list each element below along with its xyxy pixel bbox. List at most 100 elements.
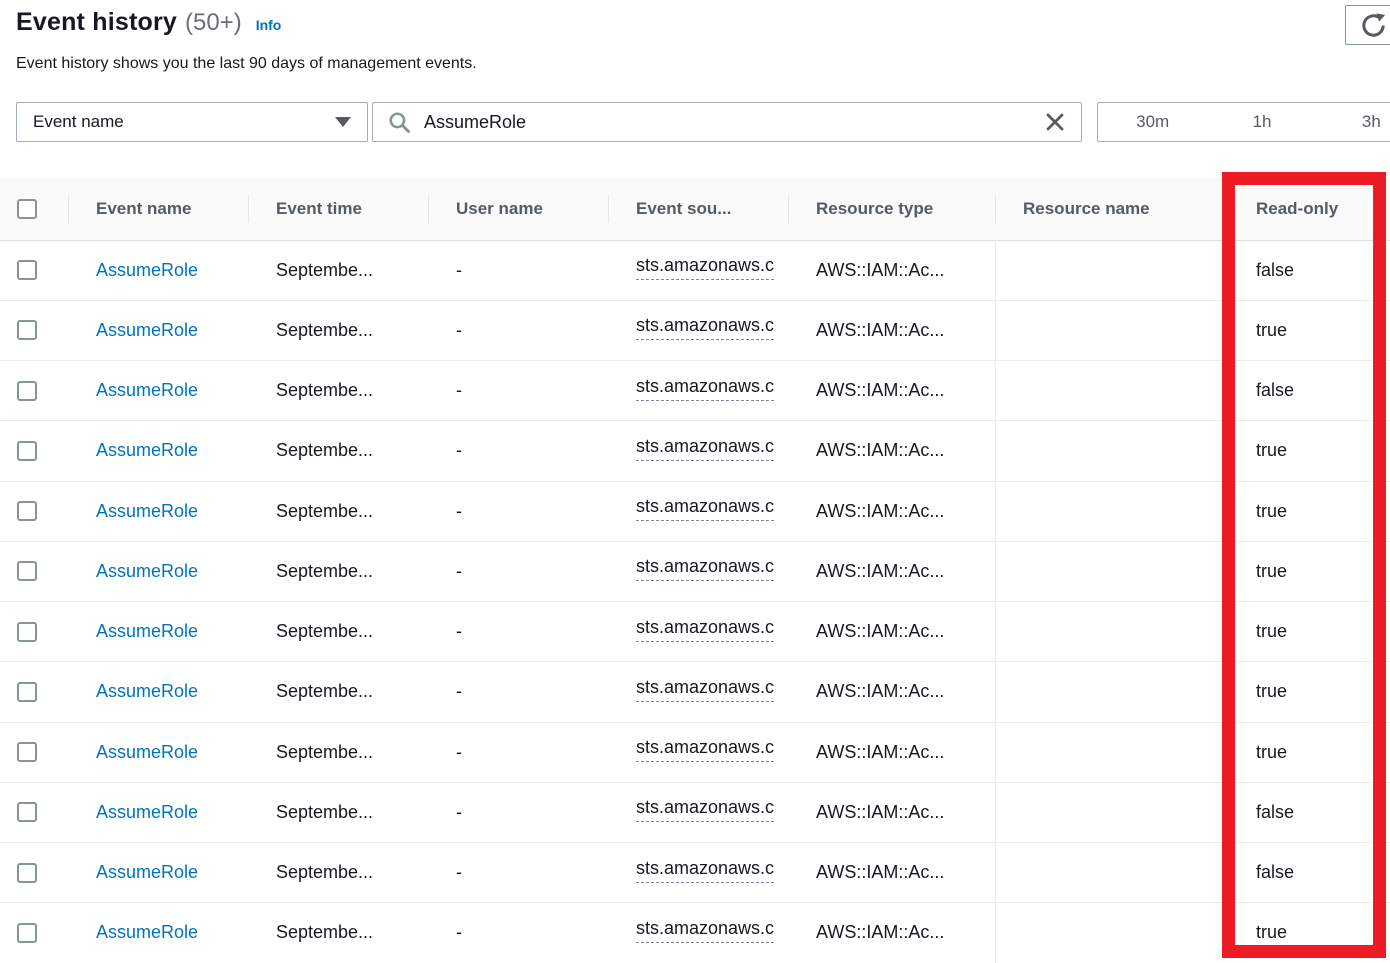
event-name-link[interactable]: AssumeRole [96, 440, 198, 460]
cell-event-time: Septembe... [248, 602, 428, 662]
column-header-resource-type[interactable]: Resource type [788, 178, 995, 240]
cell-event-name: AssumeRole [68, 300, 248, 360]
event-name-link[interactable]: AssumeRole [96, 260, 198, 280]
cell-event-name: AssumeRole [68, 361, 248, 421]
table-row: AssumeRoleSeptembe...-sts.amazonaws.cAWS… [0, 361, 1390, 421]
row-checkbox-cell [0, 421, 68, 481]
row-checkbox[interactable] [17, 381, 37, 401]
time-range-30m[interactable]: 30m [1098, 103, 1207, 141]
column-header-read-only[interactable]: Read-only [1228, 178, 1390, 240]
info-link[interactable]: Info [256, 17, 282, 33]
row-checkbox[interactable] [17, 802, 37, 822]
event-source-tooltip-text[interactable]: sts.amazonaws.c [636, 617, 774, 642]
event-source-tooltip-text[interactable]: sts.amazonaws.c [636, 376, 774, 401]
event-name-link[interactable]: AssumeRole [96, 621, 198, 641]
column-header-event-name[interactable]: Event name [68, 178, 248, 240]
select-all-checkbox[interactable] [17, 199, 37, 219]
cell-event-source: sts.amazonaws.c [608, 240, 788, 300]
cell-resource-type: AWS::IAM::Ac... [788, 722, 995, 782]
row-checkbox[interactable] [17, 441, 37, 461]
column-header-event-time[interactable]: Event time [248, 178, 428, 240]
row-checkbox-cell [0, 602, 68, 662]
event-source-tooltip-text[interactable]: sts.amazonaws.c [636, 496, 774, 521]
cell-resource-name [995, 240, 1228, 300]
cell-event-time: Septembe... [248, 361, 428, 421]
event-source-tooltip-text[interactable]: sts.amazonaws.c [636, 858, 774, 883]
refresh-icon [1360, 12, 1387, 39]
event-name-link[interactable]: AssumeRole [96, 802, 198, 822]
event-source-tooltip-text[interactable]: sts.amazonaws.c [636, 918, 774, 943]
chevron-down-icon [335, 117, 351, 127]
row-checkbox[interactable] [17, 561, 37, 581]
row-checkbox[interactable] [17, 260, 37, 280]
event-source-tooltip-text[interactable]: sts.amazonaws.c [636, 315, 774, 340]
cell-resource-name [995, 421, 1228, 481]
row-checkbox[interactable] [17, 682, 37, 702]
cell-user-name: - [428, 602, 608, 662]
table-row: AssumeRoleSeptembe...-sts.amazonaws.cAWS… [0, 481, 1390, 541]
row-checkbox[interactable] [17, 923, 37, 943]
table-header-row: Event name Event time User name Event so… [0, 178, 1390, 240]
search-box[interactable] [372, 102, 1082, 142]
event-name-link[interactable]: AssumeRole [96, 380, 198, 400]
table-row: AssumeRoleSeptembe...-sts.amazonaws.cAWS… [0, 843, 1390, 903]
cell-event-name: AssumeRole [68, 782, 248, 842]
event-source-tooltip-text[interactable]: sts.amazonaws.c [636, 677, 774, 702]
cell-read-only: true [1228, 300, 1390, 360]
attribute-filter-value: Event name [33, 112, 124, 132]
attribute-filter-select[interactable]: Event name [16, 102, 368, 142]
column-header-resource-name[interactable]: Resource name [995, 178, 1228, 240]
event-name-link[interactable]: AssumeRole [96, 501, 198, 521]
cell-event-source: sts.amazonaws.c [608, 843, 788, 903]
cell-user-name: - [428, 421, 608, 481]
cell-resource-name [995, 903, 1228, 963]
row-checkbox[interactable] [17, 501, 37, 521]
cell-user-name: - [428, 903, 608, 963]
row-checkbox[interactable] [17, 863, 37, 883]
event-history-page: Event history (50+) Info Event history s… [0, 0, 1390, 963]
close-icon[interactable] [1043, 110, 1067, 134]
cell-event-name: AssumeRole [68, 541, 248, 601]
cell-event-time: Septembe... [248, 903, 428, 963]
event-name-link[interactable]: AssumeRole [96, 922, 198, 942]
event-source-tooltip-text[interactable]: sts.amazonaws.c [636, 436, 774, 461]
time-range-1h[interactable]: 1h [1207, 103, 1316, 141]
event-name-link[interactable]: AssumeRole [96, 561, 198, 581]
cell-user-name: - [428, 361, 608, 421]
event-history-table: Event name Event time User name Event so… [0, 178, 1390, 963]
cell-event-source: sts.amazonaws.c [608, 602, 788, 662]
event-name-link[interactable]: AssumeRole [96, 742, 198, 762]
search-input[interactable] [424, 112, 1043, 133]
column-header-user-name[interactable]: User name [428, 178, 608, 240]
cell-read-only: true [1228, 541, 1390, 601]
cell-user-name: - [428, 240, 608, 300]
cell-user-name: - [428, 722, 608, 782]
cell-resource-type: AWS::IAM::Ac... [788, 662, 995, 722]
row-checkbox[interactable] [17, 742, 37, 762]
column-header-event-source[interactable]: Event sou... [608, 178, 788, 240]
cell-event-source: sts.amazonaws.c [608, 361, 788, 421]
row-checkbox[interactable] [17, 622, 37, 642]
event-source-tooltip-text[interactable]: sts.amazonaws.c [636, 556, 774, 581]
refresh-button[interactable] [1345, 5, 1390, 45]
event-source-tooltip-text[interactable]: sts.amazonaws.c [636, 255, 774, 280]
cell-event-time: Septembe... [248, 662, 428, 722]
cell-event-source: sts.amazonaws.c [608, 662, 788, 722]
row-checkbox-cell [0, 782, 68, 842]
row-checkbox[interactable] [17, 320, 37, 340]
cell-resource-type: AWS::IAM::Ac... [788, 843, 995, 903]
event-source-tooltip-text[interactable]: sts.amazonaws.c [636, 797, 774, 822]
time-range-3h[interactable]: 3h [1317, 103, 1390, 141]
row-checkbox-cell [0, 240, 68, 300]
time-range-segments: 30m 1h 3h [1097, 102, 1390, 142]
event-name-link[interactable]: AssumeRole [96, 320, 198, 340]
cell-event-time: Septembe... [248, 421, 428, 481]
row-checkbox-cell [0, 481, 68, 541]
event-source-tooltip-text[interactable]: sts.amazonaws.c [636, 737, 774, 762]
cell-user-name: - [428, 300, 608, 360]
event-name-link[interactable]: AssumeRole [96, 681, 198, 701]
page-subtitle: Event history shows you the last 90 days… [16, 55, 477, 73]
cell-user-name: - [428, 843, 608, 903]
cell-user-name: - [428, 481, 608, 541]
event-name-link[interactable]: AssumeRole [96, 862, 198, 882]
